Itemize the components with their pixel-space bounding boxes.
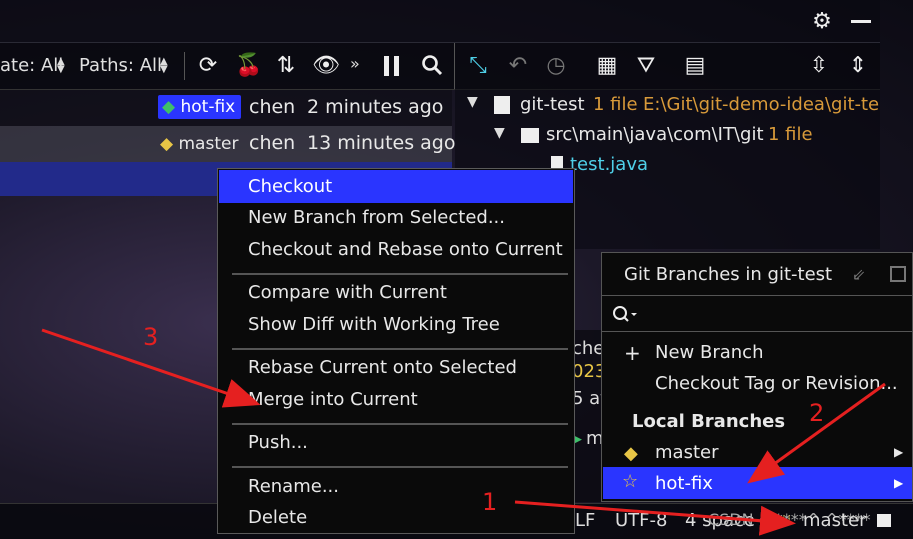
eye-icon[interactable]: 👁 xyxy=(312,52,340,80)
expand-all-icon[interactable]: ⇳ xyxy=(806,52,832,80)
chevron-right-icon[interactable]: ▶ xyxy=(894,476,903,490)
menu-item-rename[interactable]: Rename... xyxy=(248,476,339,497)
menu-item-show-diff[interactable]: Show Diff with Working Tree xyxy=(248,314,500,335)
chevron-updown-icon: ▲ ▼ xyxy=(160,56,168,75)
refresh-icon[interactable]: ⟳ xyxy=(195,52,221,80)
context-menu: Checkout New Branch from Selected... Che… xyxy=(217,168,575,534)
commit-author: chen xyxy=(249,132,296,154)
filter-icon[interactable]: ⛛ xyxy=(633,52,659,80)
annotation-number-1: 1 xyxy=(482,488,498,516)
pause-icon[interactable] xyxy=(384,56,400,76)
menu-item-delete[interactable]: Delete xyxy=(248,507,307,528)
commit-author: chen xyxy=(249,96,296,118)
annotation-number-3: 3 xyxy=(143,323,159,351)
tag-label: hot-fix xyxy=(180,97,236,117)
date-filter[interactable]: ate: All xyxy=(0,55,63,76)
top-bar xyxy=(0,0,880,43)
chevron-down-icon[interactable]: ▼ xyxy=(494,125,505,141)
tree-root[interactable]: git-test xyxy=(520,94,585,115)
tree-root-path: E:\Git\git-demo-idea\git-te xyxy=(643,94,880,115)
tag-icon: ◆ xyxy=(160,134,174,154)
menu-divider xyxy=(232,348,568,350)
commit-time: 13 minutes ago xyxy=(307,132,456,154)
tag-icon: ◆ xyxy=(162,97,176,117)
annotation-number-2: 2 xyxy=(809,399,825,427)
module-icon xyxy=(494,96,510,114)
encoding[interactable]: UTF-8 xyxy=(615,510,667,531)
line-separator[interactable]: LF xyxy=(575,510,595,531)
popup-title: Git Branches in git-test xyxy=(624,264,833,285)
tag-icon: ◆ xyxy=(624,443,638,464)
paths-filter[interactable]: Paths: All xyxy=(79,55,162,76)
history-icon[interactable]: ◷ xyxy=(543,52,569,80)
menu-item-checkout-rebase[interactable]: Checkout and Rebase onto Current xyxy=(248,239,563,260)
menu-item-merge[interactable]: Merge into Current xyxy=(248,389,418,410)
search-icon[interactable] xyxy=(612,304,638,326)
tree-file[interactable]: test.java xyxy=(570,154,648,175)
menu-item-rebase[interactable]: Rebase Current onto Selected xyxy=(248,357,517,378)
branch-tag: ◆ master xyxy=(156,132,244,156)
minimize-icon[interactable] xyxy=(851,20,871,23)
star-icon[interactable]: ☆ xyxy=(622,471,638,492)
more-icon[interactable]: » xyxy=(350,54,360,73)
branches-popup: Git Branches in git-test ⇙ + New Branch … xyxy=(601,252,913,502)
branch-tag: ◆ hot-fix xyxy=(158,95,242,119)
cherry-pick-icon[interactable]: 🍒 xyxy=(235,52,262,80)
lock-icon[interactable] xyxy=(877,514,891,527)
sort-icon[interactable]: ⇅ xyxy=(273,52,299,80)
pin-icon[interactable]: ⇙ xyxy=(852,265,865,284)
chevron-right-icon[interactable]: ▶ xyxy=(894,445,903,459)
gear-icon[interactable]: ⚙ xyxy=(810,10,834,34)
menu-item-push[interactable]: Push... xyxy=(248,432,308,453)
undo-icon[interactable]: ↶ xyxy=(505,52,531,80)
plus-icon: + xyxy=(624,341,641,365)
commit-time: 2 minutes ago xyxy=(307,96,444,118)
menu-divider xyxy=(232,273,568,275)
tag-label: master xyxy=(178,134,239,154)
branch-master[interactable]: master xyxy=(655,442,718,463)
tree-root-count: 1 file xyxy=(593,94,638,115)
layout-icon[interactable]: ▤ xyxy=(682,52,708,80)
menu-item-checkout[interactable]: Checkout xyxy=(248,176,332,197)
branch-hot-fix[interactable]: hot-fix xyxy=(655,473,713,494)
menu-divider xyxy=(232,466,568,468)
popup-divider xyxy=(602,331,912,332)
search-icon[interactable] xyxy=(421,54,443,76)
chevron-down-icon[interactable]: ▼ xyxy=(467,94,478,110)
detail-text: che xyxy=(572,338,605,359)
expand-icon[interactable] xyxy=(890,266,906,282)
current-branch[interactable]: master xyxy=(803,510,866,531)
branch-icon: ⑂ xyxy=(782,511,792,529)
branch-hotfix-highlight xyxy=(603,467,912,499)
tree-folder-count: 1 file xyxy=(768,124,813,145)
menu-item-new-branch[interactable]: New Branch from Selected... xyxy=(248,207,505,228)
section-local-branches: Local Branches xyxy=(632,411,786,432)
popup-new-branch[interactable]: New Branch xyxy=(655,342,763,363)
menu-item-compare[interactable]: Compare with Current xyxy=(248,282,447,303)
group-by-icon[interactable]: ▦ xyxy=(594,52,620,80)
panel-divider xyxy=(454,43,455,89)
folder-icon xyxy=(521,128,539,143)
collapse-arrows-icon[interactable]: ⤡ xyxy=(465,52,491,80)
tree-folder[interactable]: src\main\java\com\IT\git xyxy=(546,124,764,145)
collapse-all-icon[interactable]: ⇕ xyxy=(845,52,871,80)
popup-divider xyxy=(602,295,912,296)
chevron-updown-icon: ▲ ▼ xyxy=(57,56,65,75)
menu-divider xyxy=(232,423,568,425)
popup-checkout-tag[interactable]: Checkout Tag or Revision... xyxy=(655,373,898,394)
toolbar-divider xyxy=(184,52,185,80)
